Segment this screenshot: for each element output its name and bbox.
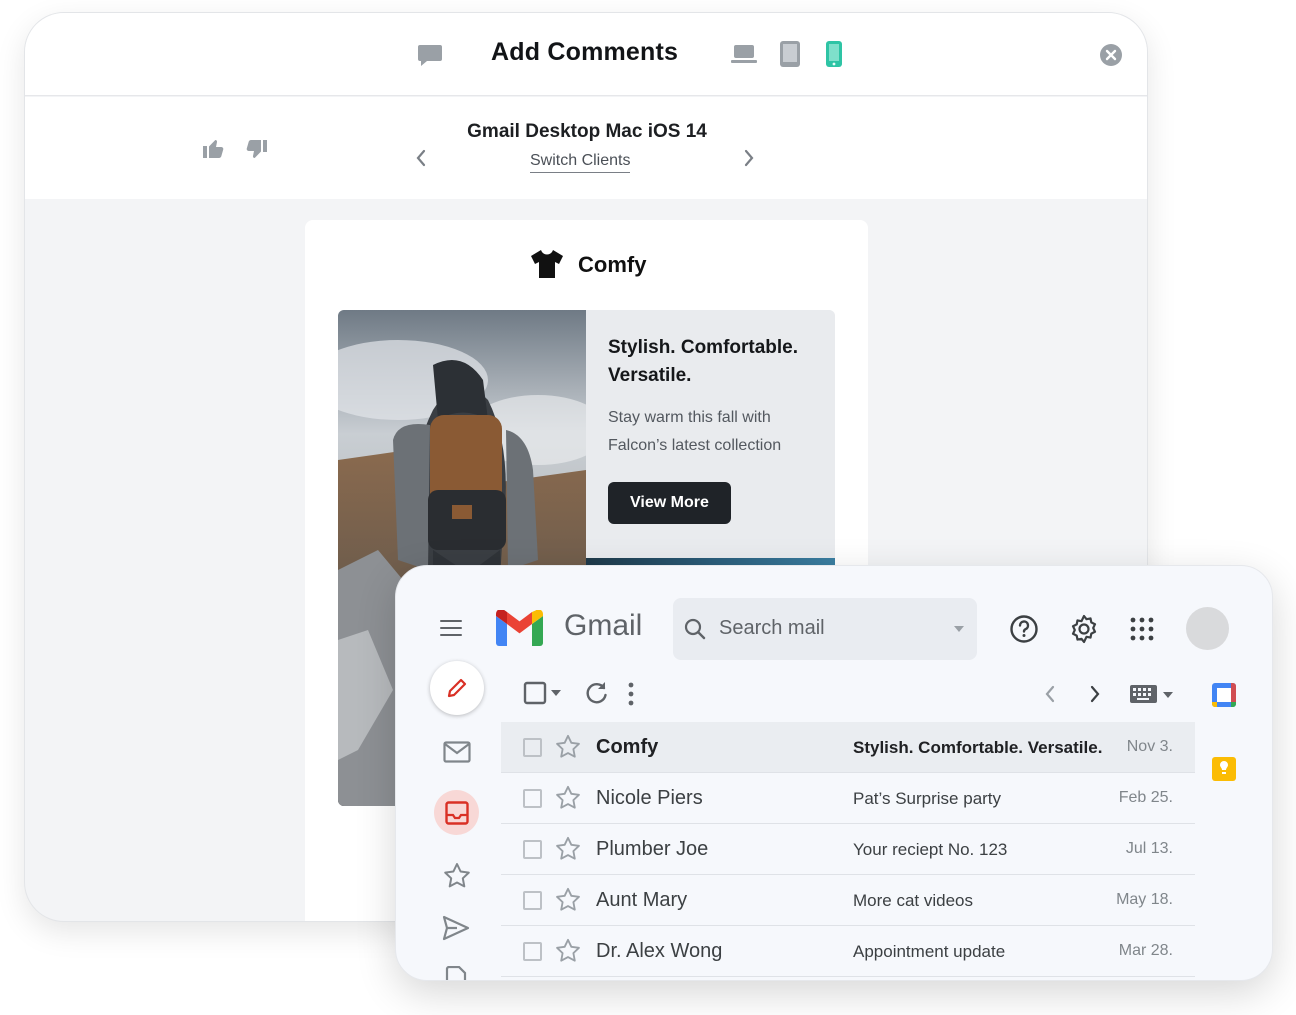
- starred-icon[interactable]: [443, 862, 471, 890]
- thumbs-down-icon[interactable]: [245, 138, 269, 162]
- row-checkbox[interactable]: [523, 891, 542, 910]
- older-page-icon[interactable]: [1089, 685, 1101, 703]
- switch-clients-link[interactable]: Switch Clients: [530, 152, 631, 173]
- star-icon[interactable]: [555, 785, 581, 816]
- panel-header: Add Comments: [25, 13, 1147, 96]
- email-subject: Stylish. Comfortable. Versatile.: [853, 738, 1103, 757]
- email-subject: Your reciept No. 123: [853, 840, 1008, 859]
- search-icon: [684, 618, 706, 640]
- hero-headline: Stylish. Comfortable. Versatile.: [608, 337, 799, 386]
- search-bar[interactable]: Search mail: [673, 598, 977, 660]
- email-date: Jul 13.: [1125, 840, 1173, 857]
- gmail-logo-icon: [496, 610, 543, 646]
- more-options-icon[interactable]: [627, 682, 635, 706]
- refresh-icon[interactable]: [583, 680, 609, 706]
- close-icon[interactable]: [1099, 43, 1123, 67]
- row-checkbox[interactable]: [523, 942, 542, 961]
- account-avatar[interactable]: [1186, 607, 1229, 650]
- email-row[interactable]: Dr. Alex Wong Appointment update Mar 28.: [501, 926, 1195, 977]
- mail-icon[interactable]: [443, 741, 471, 763]
- email-date: May 18.: [1116, 891, 1173, 908]
- email-subject: More cat videos: [853, 891, 973, 910]
- search-input[interactable]: Search mail: [719, 617, 825, 640]
- star-icon[interactable]: [555, 887, 581, 918]
- email-subject: Appointment update: [853, 942, 1006, 961]
- comment-icon[interactable]: [417, 43, 443, 67]
- email-subject: Pat’s Surprise party: [853, 789, 1002, 808]
- star-icon[interactable]: [555, 734, 581, 765]
- settings-gear-icon[interactable]: [1069, 614, 1099, 644]
- hero-body-text: Stay warm this fall with Falcon’s latest…: [608, 409, 782, 454]
- star-icon[interactable]: [555, 938, 581, 969]
- brand-name: Comfy: [578, 252, 647, 277]
- inbox-icon: [445, 801, 469, 825]
- select-all-checkbox[interactable]: [523, 681, 565, 705]
- help-icon[interactable]: [1009, 614, 1039, 644]
- email-sender: Plumber Joe: [596, 838, 709, 860]
- row-checkbox[interactable]: [523, 789, 542, 808]
- gmail-wordmark: Gmail: [564, 609, 643, 642]
- desktop-view-icon[interactable]: [731, 43, 757, 65]
- tshirt-logo-icon: [531, 250, 563, 278]
- email-sender: Comfy: [596, 736, 659, 758]
- star-icon[interactable]: [555, 836, 581, 867]
- row-checkbox[interactable]: [523, 738, 542, 757]
- drafts-icon[interactable]: [445, 966, 467, 980]
- panel-title: Add Comments: [491, 38, 679, 66]
- email-date: Nov 3.: [1126, 738, 1173, 755]
- chevron-right-icon[interactable]: [743, 149, 755, 167]
- thumbs-up-icon[interactable]: [201, 136, 225, 160]
- email-row[interactable]: Aunt Mary More cat videos May 18.: [501, 875, 1195, 926]
- calendar-icon[interactable]: [1211, 682, 1237, 708]
- newer-page-icon[interactable]: [1044, 685, 1056, 703]
- sent-icon[interactable]: [442, 915, 470, 941]
- email-sender: Nicole Piers: [596, 787, 703, 809]
- chevron-left-icon[interactable]: [415, 149, 427, 167]
- client-name: Gmail Desktop Mac iOS 14: [467, 121, 707, 142]
- gmail-window: Gmail Search mail Comfy Stylish. Comfort…: [395, 565, 1273, 981]
- client-switcher-bar: Gmail Desktop Mac iOS 14 Switch Clients: [25, 97, 1147, 199]
- email-row[interactable]: Comfy Stylish. Comfortable. Versatile. Nov…: [501, 722, 1195, 773]
- email-sender: Aunt Mary: [596, 889, 688, 911]
- email-row[interactable]: Nicole Piers Pat’s Surprise party Feb 25.: [501, 773, 1195, 824]
- inbox-nav-active[interactable]: [434, 790, 479, 835]
- email-date: Mar 28.: [1118, 942, 1173, 959]
- keyboard-input-icon[interactable]: [1129, 684, 1175, 704]
- apps-grid-icon[interactable]: [1130, 617, 1154, 641]
- tablet-view-icon[interactable]: [779, 40, 801, 68]
- email-row[interactable]: Plumber Joe Your reciept No. 123 Jul 13.: [501, 824, 1195, 875]
- row-checkbox[interactable]: [523, 840, 542, 859]
- hero-text-block: Stylish. Comfortable. Versatile. Stay wa…: [586, 310, 835, 558]
- email-date: Feb 25.: [1118, 789, 1173, 806]
- email-list: Comfy Stylish. Comfortable. Versatile. Nov…: [501, 722, 1195, 977]
- mobile-view-icon[interactable]: [825, 40, 843, 68]
- pencil-icon: [447, 678, 467, 698]
- email-sender: Dr. Alex Wong: [596, 940, 723, 962]
- hamburger-menu-icon[interactable]: [440, 619, 462, 637]
- compose-button[interactable]: [430, 661, 484, 715]
- view-more-button[interactable]: View More: [608, 482, 731, 524]
- search-options-icon[interactable]: [953, 625, 965, 633]
- keep-notes-icon[interactable]: [1211, 756, 1237, 782]
